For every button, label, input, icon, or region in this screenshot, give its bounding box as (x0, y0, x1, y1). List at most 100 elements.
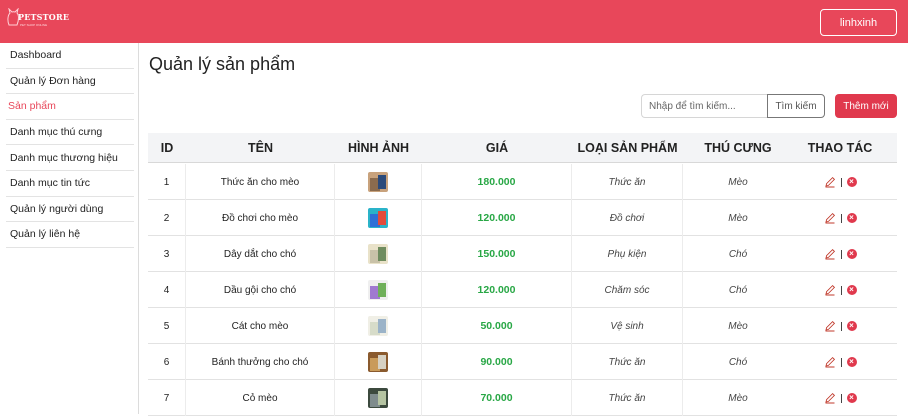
row-actions: × (824, 212, 857, 224)
product-id-cell: 3 (148, 236, 186, 272)
product-name: Cỏ mèo (242, 392, 278, 404)
product-id-cell: 7 (148, 380, 186, 416)
product-price: 90.000 (480, 356, 513, 368)
product-name: Đồ chơi cho mèo (221, 212, 299, 224)
sidebar-item-dashboard[interactable]: Dashboard (6, 43, 134, 69)
product-pet: Mèo (728, 176, 748, 188)
product-price-cell: 50.000 (422, 308, 572, 344)
product-pet: Chó (728, 356, 748, 368)
row-actions: × (824, 248, 857, 260)
product-type: Thức ăn (608, 176, 646, 188)
product-name-cell: Bánh thưởng cho chó (186, 344, 335, 380)
delete-icon[interactable]: × (846, 177, 857, 187)
product-type-cell: Thức ăn (572, 380, 683, 416)
product-id: 3 (163, 248, 170, 260)
product-type: Thức ăn (608, 356, 646, 368)
sidebar-item-orders[interactable]: Quản lý Đơn hàng (6, 69, 134, 95)
product-thumbnail (368, 388, 388, 408)
table-row: 1 Thức ăn cho mèo 180.000 Thức ăn Mèo × (148, 164, 897, 200)
row-actions-cell: × (793, 380, 887, 416)
product-id: 5 (163, 320, 170, 332)
product-price-cell: 120.000 (422, 272, 572, 308)
product-id-cell: 1 (148, 164, 186, 200)
row-actions-cell: × (793, 308, 887, 344)
product-name: Bánh thưởng cho chó (211, 356, 309, 368)
action-divider (840, 285, 842, 295)
product-price-cell: 180.000 (422, 164, 572, 200)
product-price-cell: 150.000 (422, 236, 572, 272)
row-actions: × (824, 284, 857, 296)
product-id: 2 (163, 212, 170, 224)
user-account-button[interactable]: linhxinh (820, 9, 897, 36)
product-type-cell: Đồ chơi (572, 200, 683, 236)
table-row: 7 Cỏ mèo 70.000 Thức ăn Mèo × (148, 380, 897, 416)
delete-icon[interactable]: × (846, 249, 857, 259)
product-id-cell: 4 (148, 272, 186, 308)
edit-pencil-icon[interactable] (824, 176, 836, 188)
product-pet: Chó (728, 248, 748, 260)
product-type-cell: Thức ăn (572, 344, 683, 380)
edit-pencil-icon[interactable] (824, 284, 836, 296)
row-actions-cell: × (793, 344, 887, 380)
product-image-cell (335, 164, 422, 200)
product-thumbnail (368, 244, 388, 264)
product-price: 120.000 (477, 284, 516, 296)
row-actions-cell: × (793, 164, 887, 200)
product-thumbnail (368, 172, 388, 192)
delete-icon[interactable]: × (846, 393, 857, 403)
row-actions: × (824, 320, 857, 332)
product-pet-cell: Mèo (683, 308, 793, 344)
product-image-cell (335, 236, 422, 272)
product-type-cell: Vệ sinh (572, 308, 683, 344)
edit-pencil-icon[interactable] (824, 248, 836, 260)
product-name: Dây dắt cho chó (223, 248, 297, 260)
edit-pencil-icon[interactable] (824, 212, 836, 224)
product-name: Thức ăn cho mèo (220, 176, 300, 188)
sidebar-item-brand-categories[interactable]: Danh mục thương hiệu (6, 145, 134, 171)
add-new-button[interactable]: Thêm mới (835, 94, 897, 118)
column-header-pet: THÚ CƯNG (704, 141, 772, 155)
row-actions-cell: × (793, 272, 887, 308)
sidebar-item-users[interactable]: Quản lý người dùng (6, 197, 134, 223)
product-name: Dầu gội cho chó (223, 284, 297, 296)
table-row: 5 Cát cho mèo 50.000 Vệ sinh Mèo × (148, 308, 897, 344)
delete-icon[interactable]: × (846, 321, 857, 331)
sidebar: Dashboard Quản lý Đơn hàng Sản phẩm Danh… (0, 43, 139, 414)
product-name-cell: Dầu gội cho chó (186, 272, 335, 308)
search-input[interactable]: Nhập để tìm kiếm... (641, 94, 768, 118)
product-type-cell: Chăm sóc (572, 272, 683, 308)
product-pet: Mèo (728, 320, 748, 332)
row-actions-cell: × (793, 200, 887, 236)
action-divider (840, 321, 842, 331)
sidebar-item-products[interactable]: Sản phẩm (6, 94, 134, 120)
column-header-price: GIÁ (485, 141, 509, 155)
edit-pencil-icon[interactable] (824, 356, 836, 368)
table-header: ID TÊN HÌNH ẢNH GIÁ LOẠI SẢN PHẨM THÚ CƯ… (148, 133, 897, 163)
product-name-cell: Cát cho mèo (186, 308, 335, 344)
edit-pencil-icon[interactable] (824, 320, 836, 332)
product-name-cell: Thức ăn cho mèo (186, 164, 335, 200)
product-pet-cell: Mèo (683, 164, 793, 200)
row-actions-cell: × (793, 236, 887, 272)
table-row: 4 Dầu gội cho chó 120.000 Chăm sóc Chó × (148, 272, 897, 308)
delete-icon[interactable]: × (846, 285, 857, 295)
product-pet-cell: Mèo (683, 200, 793, 236)
petstore-logo[interactable]: PETSTORE PET SHOP ONLINE (6, 8, 69, 34)
product-price: 180.000 (477, 176, 516, 188)
product-type-cell: Phụ kiện (572, 236, 683, 272)
delete-icon[interactable]: × (846, 213, 857, 223)
sidebar-item-news-categories[interactable]: Danh mục tin tức (6, 171, 134, 197)
sidebar-item-contacts[interactable]: Quản lý liên hệ (6, 222, 134, 248)
edit-pencil-icon[interactable] (824, 392, 836, 404)
product-type: Phụ kiện (607, 248, 647, 260)
product-price-cell: 70.000 (422, 380, 572, 416)
product-price: 50.000 (480, 320, 513, 332)
search-button[interactable]: Tìm kiếm (767, 94, 825, 118)
product-id: 4 (163, 284, 170, 296)
product-name: Cát cho mèo (231, 320, 289, 332)
delete-icon[interactable]: × (846, 357, 857, 367)
row-actions: × (824, 356, 857, 368)
product-thumbnail (368, 352, 388, 372)
product-type: Thức ăn (608, 392, 646, 404)
sidebar-item-pet-categories[interactable]: Danh mục thú cưng (6, 120, 134, 146)
